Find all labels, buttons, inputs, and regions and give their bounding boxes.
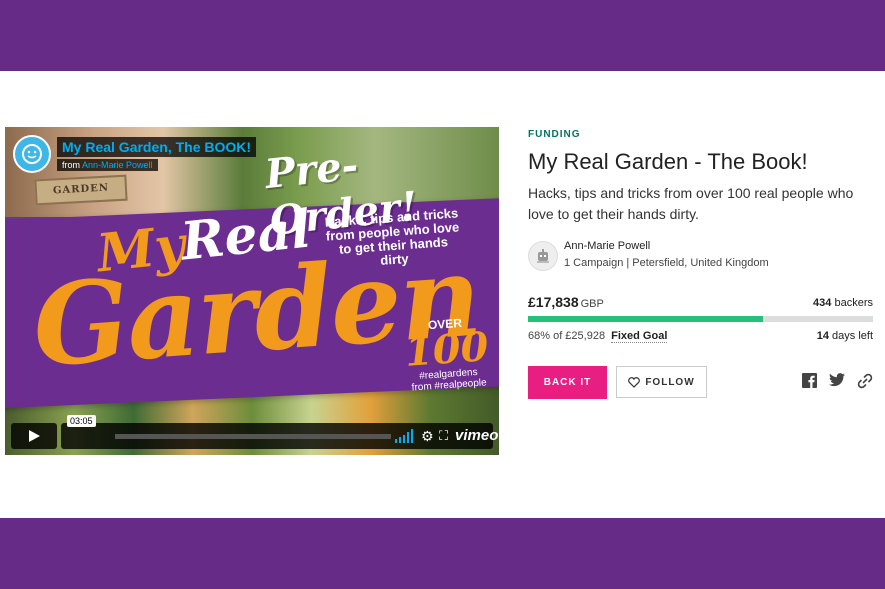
back-it-button[interactable]: BACK IT — [528, 366, 607, 399]
follow-button[interactable]: FOLLOW — [616, 366, 707, 398]
backers-count: 434 backers — [813, 297, 873, 309]
play-button[interactable] — [11, 423, 57, 449]
video-duration: 03:05 — [67, 415, 96, 427]
goal-percent-text: 68% of £25,928 — [528, 330, 606, 342]
fullscreen-icon[interactable]: ⛶ — [439, 428, 448, 444]
video-title-box: My Real Garden, The BOOK! from Ann-Marie… — [13, 135, 257, 173]
heart-icon — [628, 376, 641, 388]
smiley-icon — [22, 144, 42, 164]
video-byline: from Ann-Marie Powell — [57, 159, 158, 171]
cover-over-100-badge: OVER 100 #realgardens from #realpeople — [403, 314, 492, 394]
video-player[interactable]: GARDEN Pre-Order! Hacks, tips and tricks… — [5, 127, 499, 455]
bottom-band — [0, 518, 885, 589]
robot-avatar-icon — [537, 249, 549, 263]
video-progress-track[interactable] — [115, 434, 391, 439]
project-blurb: Hacks, tips and tricks from over 100 rea… — [528, 185, 854, 222]
creator-avatar[interactable] — [528, 241, 558, 271]
video-title-link[interactable]: My Real Garden, The BOOK! — [57, 137, 257, 157]
goal-type-tooltip[interactable]: Fixed Goal — [611, 330, 668, 343]
backers-number: 434 — [813, 297, 832, 309]
video-controls: ⚙ ⛶ vimeo 03:05 — [11, 415, 498, 449]
garden-sign: GARDEN — [34, 174, 128, 206]
backers-label: backers — [834, 297, 873, 309]
funding-progress-fill — [528, 316, 763, 322]
project-title: My Real Garden - The Book! — [528, 149, 808, 174]
cover-count: 100 — [403, 323, 490, 376]
volume-icon[interactable] — [395, 429, 415, 443]
follow-label: FOLLOW — [645, 376, 695, 388]
days-left: 14 days left — [817, 330, 873, 342]
top-band — [0, 0, 885, 71]
play-icon — [29, 430, 40, 442]
video-author-link[interactable]: Ann-Marie Powell — [82, 160, 153, 170]
category-label: FUNDING — [528, 129, 581, 140]
funding-progress-bar — [528, 316, 873, 322]
video-owner-avatar[interactable] — [13, 135, 51, 173]
video-from-label: from — [62, 160, 80, 170]
facebook-icon[interactable] — [802, 373, 817, 388]
days-number: 14 — [816, 330, 829, 342]
link-icon[interactable] — [857, 373, 873, 389]
days-label: days left — [832, 330, 873, 342]
twitter-icon[interactable] — [829, 373, 845, 387]
control-bar: ⚙ ⛶ vimeo — [61, 423, 498, 449]
settings-gear-icon[interactable]: ⚙ — [421, 428, 434, 444]
vimeo-logo[interactable]: vimeo — [455, 427, 498, 444]
pledged-amount: £17,838 — [528, 294, 579, 310]
pledged-currency: GBP — [580, 298, 604, 310]
creator-name-link[interactable]: Ann-Marie Powell — [564, 240, 650, 252]
amount-pledged: £17,838 GBP — [528, 294, 604, 310]
goal-line: 68% of £25,928 Fixed Goal — [528, 330, 668, 343]
creator-meta: 1 Campaign | Petersfield, United Kingdom — [564, 257, 769, 269]
